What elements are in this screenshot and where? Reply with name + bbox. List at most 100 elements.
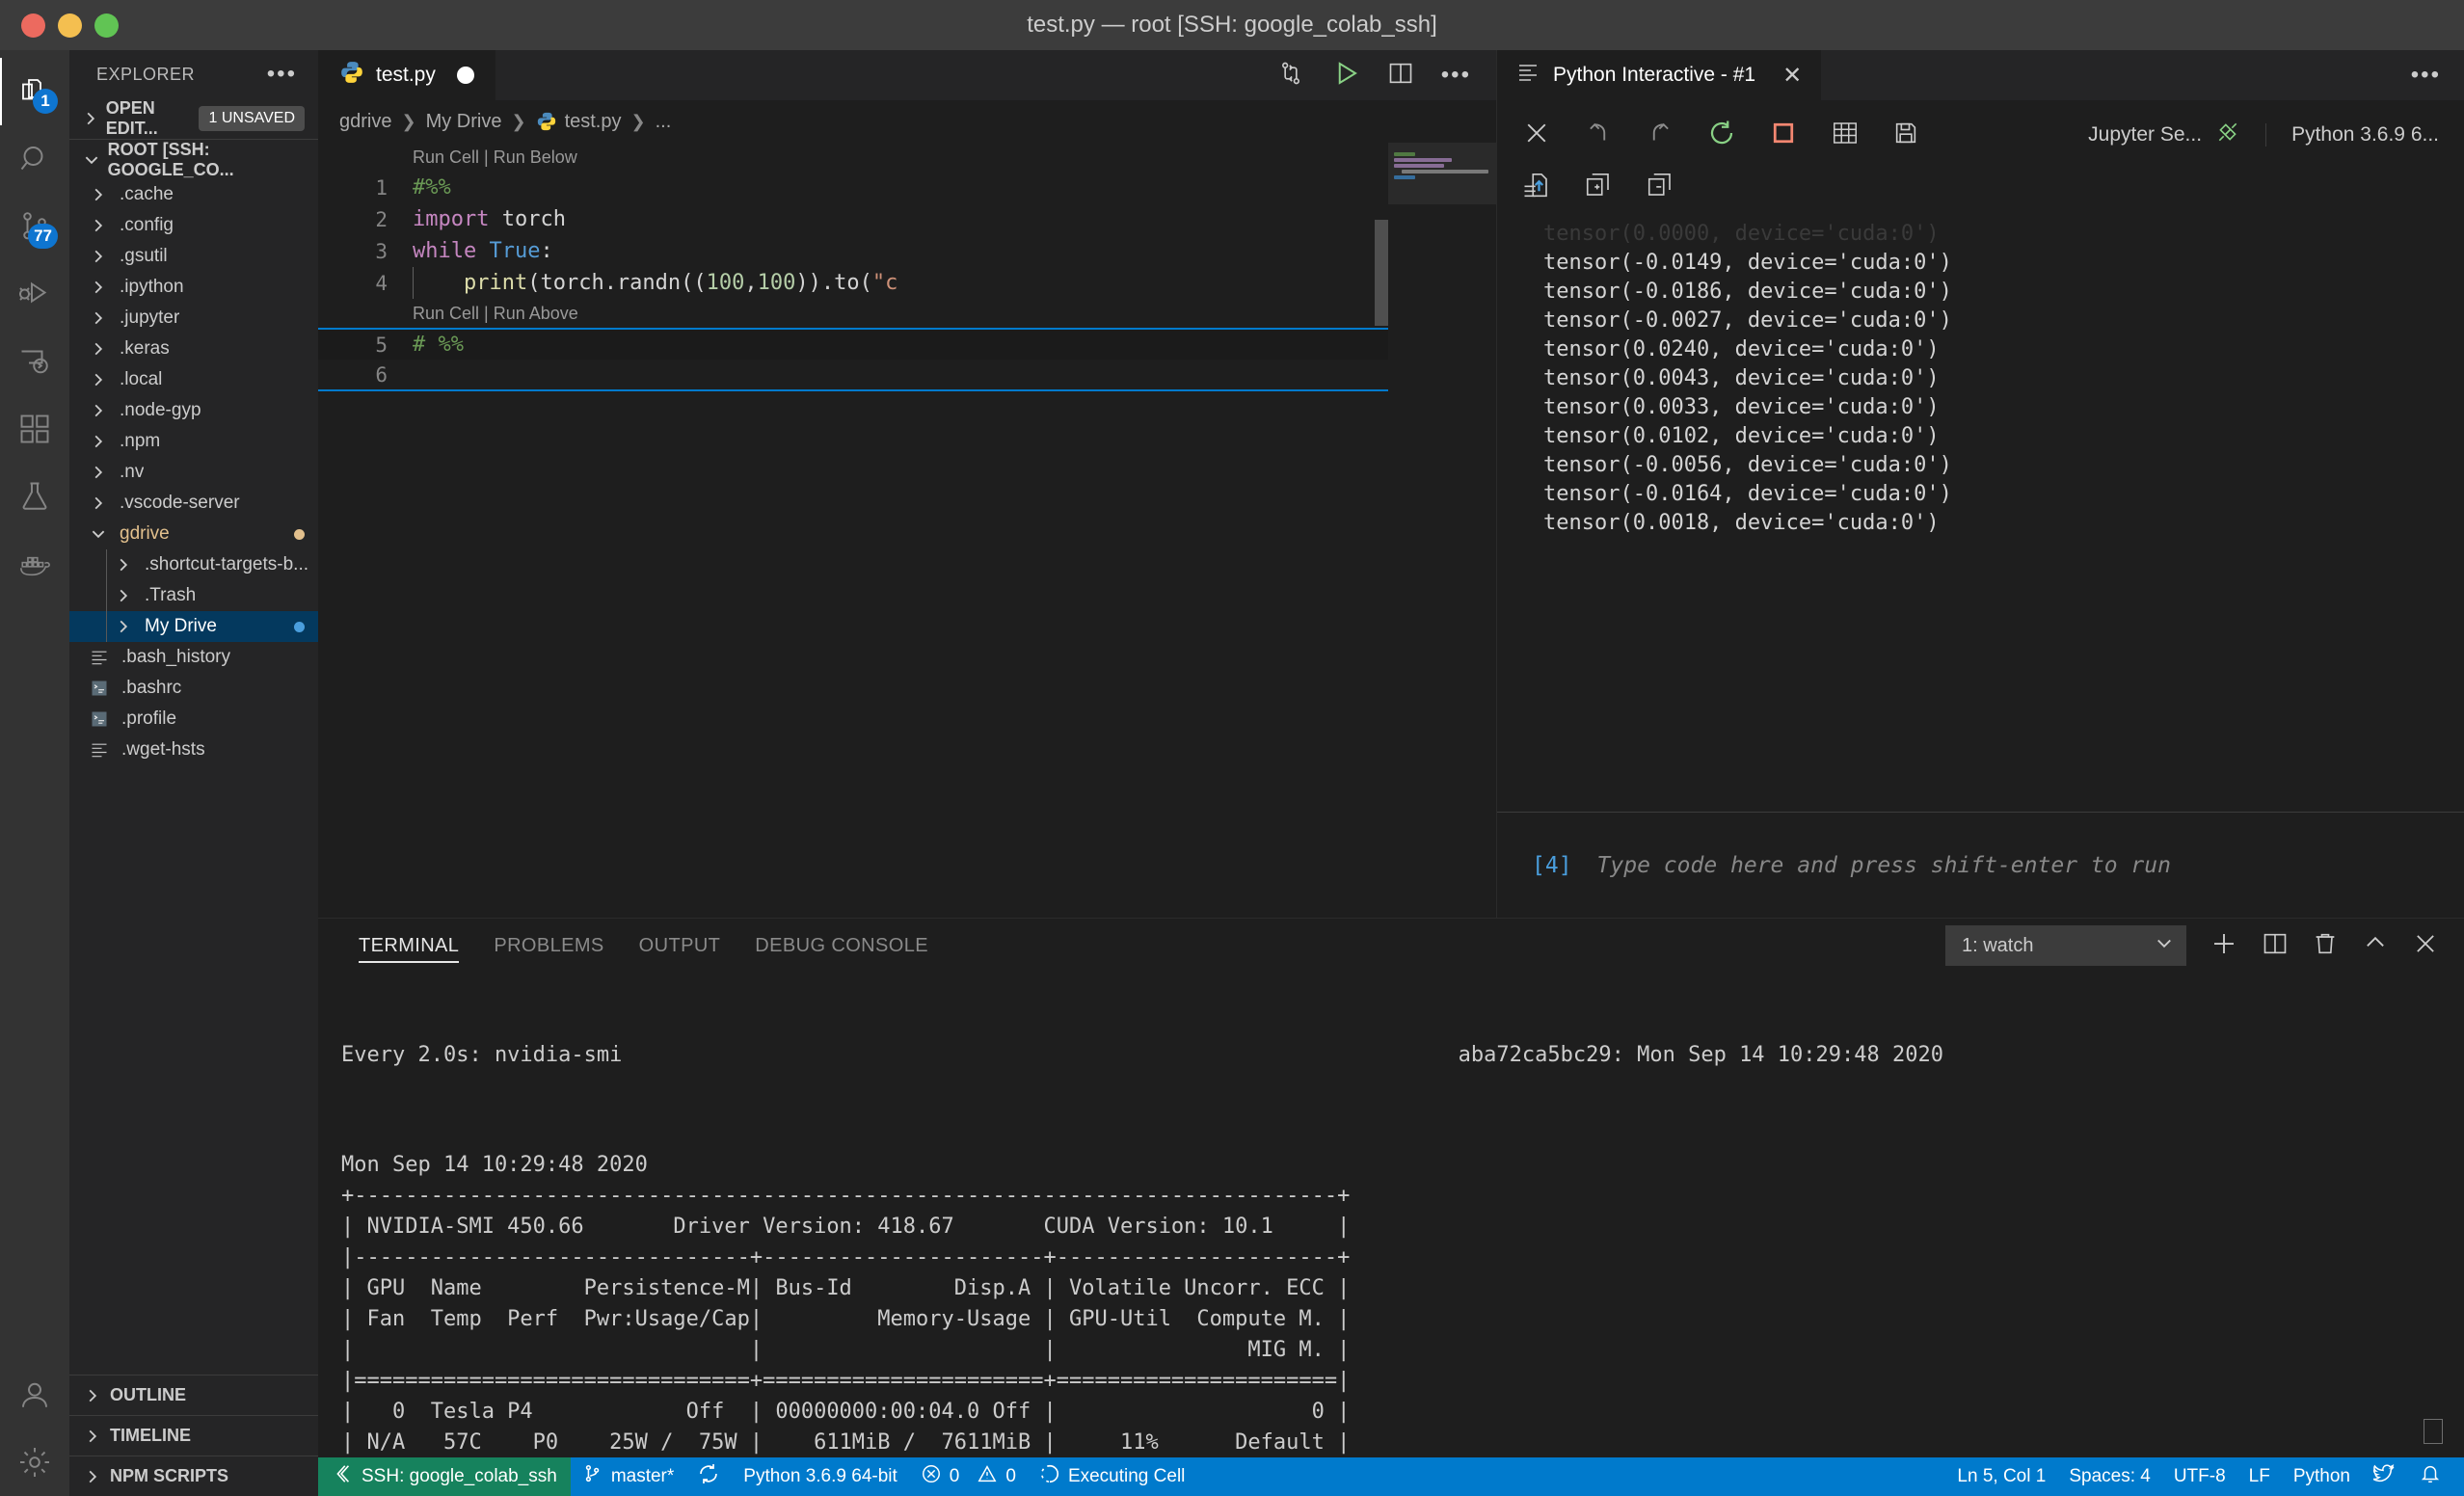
tree-item-bash-history[interactable]: .bash_history xyxy=(69,642,318,673)
activity-bar[interactable]: 1 77 xyxy=(0,50,69,1496)
tree-item-bashrc[interactable]: .bashrc xyxy=(69,673,318,704)
activity-item-remote-explorer[interactable] xyxy=(0,328,69,395)
sidebar-section-outline[interactable]: OUTLINE xyxy=(69,1375,318,1415)
status-problems[interactable]: 0 0 xyxy=(909,1457,1028,1496)
code-line[interactable]: 1 #%% xyxy=(318,172,1496,203)
status-indentation[interactable]: Spaces: 4 xyxy=(2057,1457,2162,1496)
terminal-output[interactable]: Every 2.0s: nvidia-smi aba72ca5bc29: Mon… xyxy=(318,973,2464,1457)
sidebar-more-actions-icon[interactable]: ••• xyxy=(267,63,297,86)
redo-icon[interactable] xyxy=(1584,119,1613,152)
jupyter-server-status[interactable]: Jupyter Se... xyxy=(2063,120,2265,150)
tree-item-config[interactable]: .config xyxy=(69,210,318,241)
status-cursor-position[interactable]: Ln 5, Col 1 xyxy=(1945,1457,2057,1496)
split-changes-icon[interactable] xyxy=(1277,60,1304,92)
breadcrumb-item[interactable]: test.py xyxy=(536,111,621,133)
tree-item-local[interactable]: .local xyxy=(69,364,318,395)
tree-item-jupyter[interactable]: .jupyter xyxy=(69,303,318,334)
save-notebook-icon[interactable] xyxy=(1892,120,1919,151)
maximize-window-button[interactable] xyxy=(94,13,119,38)
tree-item-shortcut-targets-b[interactable]: .shortcut-targets-b... xyxy=(69,549,318,580)
sidebar-section-root[interactable]: ROOT [SSH: GOOGLE_CO... xyxy=(69,139,318,179)
activity-item-search[interactable] xyxy=(0,125,69,193)
status-bar[interactable]: SSH: google_colab_ssh master* Python 3.6… xyxy=(318,1457,2464,1496)
tree-item-trash[interactable]: .Trash xyxy=(69,580,318,611)
variables-table-icon[interactable] xyxy=(1831,119,1860,152)
chevron-right-icon[interactable] xyxy=(87,371,110,388)
editor-tab-actions[interactable]: ••• xyxy=(1252,50,1496,100)
close-panel-icon[interactable] xyxy=(2412,930,2439,962)
panel-tab-output[interactable]: OUTPUT xyxy=(622,919,738,973)
codelens-run-cell-mid[interactable]: Run Cell | Run Above xyxy=(318,299,1496,328)
chevron-right-icon[interactable] xyxy=(87,402,110,419)
codelens-run-cell-top[interactable]: Run Cell | Run Below xyxy=(318,143,1496,172)
chevron-right-icon[interactable] xyxy=(112,556,135,574)
status-python-interpreter[interactable]: Python 3.6.9 64-bit xyxy=(732,1457,909,1496)
chevron-right-icon[interactable] xyxy=(87,494,110,512)
chevron-right-icon[interactable] xyxy=(87,309,110,327)
interactive-output[interactable]: tensor(0.0000, device='cuda:0') tensor(-0… xyxy=(1497,220,2464,812)
unsaved-indicator-icon[interactable] xyxy=(456,67,474,84)
restart-kernel-icon[interactable] xyxy=(1707,119,1736,152)
status-sync[interactable] xyxy=(685,1457,732,1496)
tree-item-npm[interactable]: .npm xyxy=(69,426,318,457)
minimize-window-button[interactable] xyxy=(58,13,82,38)
status-encoding[interactable]: UTF-8 xyxy=(2162,1457,2237,1496)
activity-item-explorer[interactable]: 1 xyxy=(0,58,69,125)
interactive-toolbar[interactable]: Jupyter Se... Python 3.6.9 6... xyxy=(1497,100,2464,220)
code-editor[interactable]: Run Cell | Run Below 1 #%% 2 import torch 3 w… xyxy=(318,143,1496,918)
activity-item-settings[interactable] xyxy=(0,1429,69,1496)
terminal-selector[interactable]: 1: watch xyxy=(1945,925,2186,966)
export-as-icon[interactable] xyxy=(1522,171,1551,204)
interactive-input-cell[interactable]: [4] Type code here and press shift-enter… xyxy=(1497,812,2464,918)
expand-all-icon[interactable] xyxy=(1584,171,1613,204)
chevron-down-icon[interactable] xyxy=(87,525,110,543)
status-feedback[interactable] xyxy=(2362,1457,2408,1496)
editor-scrollbar[interactable] xyxy=(1375,220,1388,326)
tree-item-my-drive[interactable]: My Drive xyxy=(69,611,318,642)
tree-item-wget-hsts[interactable]: .wget-hsts xyxy=(69,735,318,765)
split-terminal-icon[interactable] xyxy=(2262,930,2289,962)
tree-item-gsutil[interactable]: .gsutil xyxy=(69,241,318,272)
tree-item-ipython[interactable]: .ipython xyxy=(69,272,318,303)
close-window-button[interactable] xyxy=(21,13,45,38)
tree-item-vscode-server[interactable]: .vscode-server xyxy=(69,488,318,519)
run-python-file-icon[interactable] xyxy=(1331,59,1360,93)
panel-tab-debug-console[interactable]: DEBUG CONSOLE xyxy=(737,919,946,973)
tree-item-gdrive[interactable]: gdrive xyxy=(69,519,318,549)
tree-item-nv[interactable]: .nv xyxy=(69,457,318,488)
chevron-right-icon[interactable] xyxy=(87,186,110,203)
undo-icon[interactable] xyxy=(1646,119,1674,152)
window-controls[interactable] xyxy=(0,13,119,38)
activity-item-debug[interactable] xyxy=(0,260,69,328)
tree-item-profile[interactable]: .profile xyxy=(69,704,318,735)
panel-tab-problems[interactable]: PROBLEMS xyxy=(476,919,621,973)
chevron-right-icon[interactable] xyxy=(87,340,110,358)
chevron-right-icon[interactable] xyxy=(87,248,110,265)
code-line[interactable]: 5 # %% xyxy=(318,328,1496,360)
activity-item-docker[interactable] xyxy=(0,530,69,598)
kill-terminal-icon[interactable] xyxy=(2312,930,2339,962)
code-line[interactable]: 2 import torch xyxy=(318,203,1496,235)
chevron-right-icon[interactable] xyxy=(87,464,110,481)
tree-item-keras[interactable]: .keras xyxy=(69,334,318,364)
interactive-tab[interactable]: Python Interactive - #1 ✕ xyxy=(1497,50,1822,100)
minimap[interactable] xyxy=(1388,143,1496,918)
file-tree[interactable]: .cache .config .gsutil .ipython .jupyter .ker… xyxy=(69,179,318,1375)
chevron-right-icon[interactable] xyxy=(112,618,135,635)
activity-item-accounts[interactable] xyxy=(0,1361,69,1429)
code-line[interactable]: 4 print(torch.randn((100,100)).to("c xyxy=(318,267,1496,299)
editor-tab-test-py[interactable]: test.py xyxy=(318,50,496,100)
status-executing-cell[interactable]: Executing Cell xyxy=(1028,1457,1196,1496)
interactive-more-actions-icon[interactable]: ••• xyxy=(2388,50,2464,100)
breadcrumb-item[interactable]: gdrive xyxy=(339,111,391,133)
panel-tab-terminal[interactable]: TERMINAL xyxy=(341,919,476,973)
sidebar-section-npm-scripts[interactable]: NPM SCRIPTS xyxy=(69,1456,318,1496)
chevron-right-icon[interactable] xyxy=(87,433,110,450)
code-line[interactable]: 6 xyxy=(318,360,1496,391)
status-notifications[interactable] xyxy=(2408,1457,2464,1496)
activity-item-source-control[interactable]: 77 xyxy=(0,193,69,260)
tree-item-node-gyp[interactable]: .node-gyp xyxy=(69,395,318,426)
chevron-right-icon[interactable] xyxy=(112,587,135,604)
kernel-selector[interactable]: Python 3.6.9 6... xyxy=(2265,123,2464,147)
activity-item-extensions[interactable] xyxy=(0,395,69,463)
